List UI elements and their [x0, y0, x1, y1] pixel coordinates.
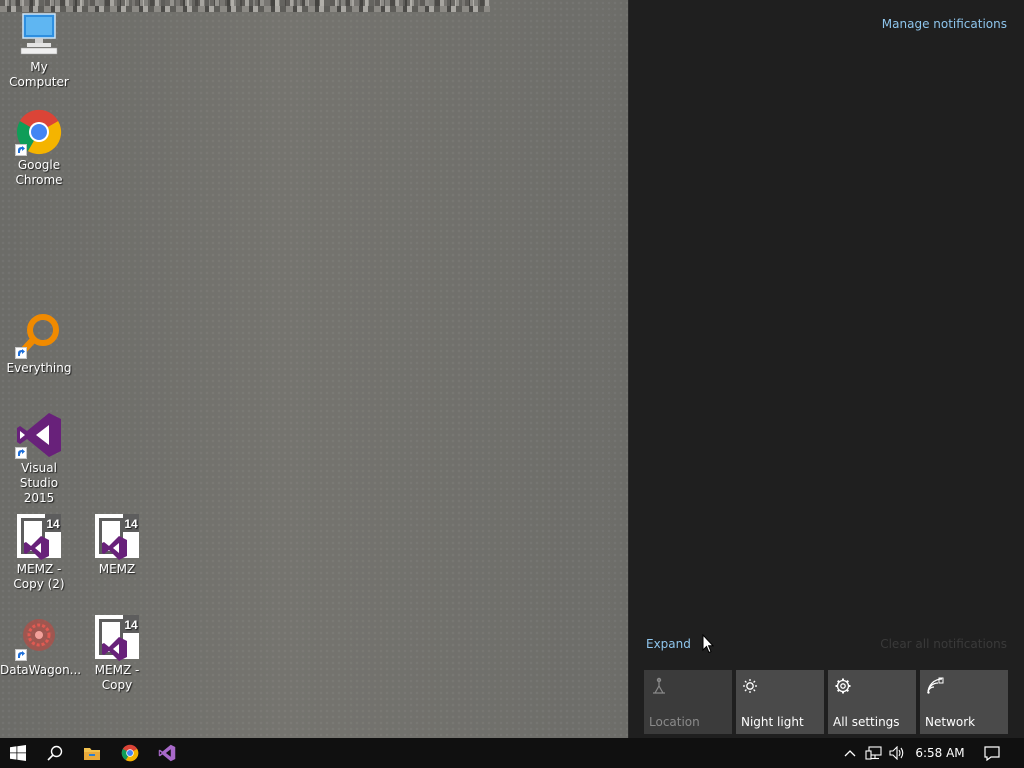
desktop-icon-datawagon[interactable]: DataWagon... [0, 613, 82, 678]
taskbar-search-button[interactable] [37, 738, 73, 768]
desktop-icon-label: MEMZ - Copy [94, 663, 140, 692]
start-icon [10, 745, 26, 761]
desktop-icon-everything[interactable]: Everything [0, 311, 78, 376]
taskbar-chrome[interactable] [112, 738, 148, 768]
memz-vs14-icon: 14 [93, 613, 141, 661]
location-icon [650, 677, 668, 695]
desktop[interactable]: My Computer Google Chrome Everything Vis… [0, 0, 628, 738]
shortcut-arrow-icon [15, 649, 27, 661]
memz-vs14-icon: 14 [15, 512, 63, 560]
action-center-panel: Manage notifications Expand Clear all no… [628, 0, 1024, 738]
taskbar: 6:58 AM [0, 738, 1024, 768]
gear-icon [834, 677, 852, 695]
svg-text:14: 14 [124, 618, 138, 632]
desktop-icon-my-computer[interactable]: My Computer [0, 10, 78, 90]
chevron-up-icon [844, 750, 856, 757]
wired-network-icon [865, 746, 882, 760]
memz-vs14-icon: 14 [93, 512, 141, 560]
file-explorer-icon [84, 748, 100, 760]
expand-quick-actions-link[interactable]: Expand [646, 637, 691, 651]
quick-action-label: Network [925, 715, 976, 729]
desktop-icon-label: DataWagon... [0, 663, 82, 677]
visual-studio-icon [158, 744, 176, 762]
manage-notifications-link[interactable]: Manage notifications [882, 17, 1007, 31]
search-icon [47, 745, 63, 761]
desktop-icon-memz-copy[interactable]: 14 MEMZ - Copy [78, 613, 156, 693]
taskbar-visual-studio[interactable] [149, 738, 185, 768]
desktop-icon-label: Visual Studio 2015 [19, 461, 59, 505]
desktop-icon-memz-copy-2[interactable]: 14 MEMZ - Copy (2) [0, 512, 78, 592]
desktop-icon-google-chrome[interactable]: Google Chrome [0, 108, 78, 188]
everything-search-icon [15, 311, 63, 359]
my-computer-icon [15, 10, 63, 58]
visual-studio-icon [15, 411, 63, 459]
taskbar-file-explorer[interactable] [74, 738, 110, 768]
desktop-icon-label: MEMZ [98, 562, 136, 576]
quick-action-label: All settings [833, 715, 900, 729]
quick-action-night-light[interactable]: Night light [736, 670, 824, 734]
svg-text:14: 14 [124, 517, 138, 531]
notification-icon [984, 746, 1000, 761]
wallpaper-rock-strip-shade [0, 0, 490, 6]
desktop-icon-label: Google Chrome [15, 158, 63, 187]
quick-action-network[interactable]: Network [920, 670, 1008, 734]
action-center-button[interactable] [980, 738, 1004, 768]
start-button[interactable] [0, 738, 36, 768]
quick-action-label: Night light [741, 715, 804, 729]
taskbar-clock[interactable]: 6:58 AM [912, 738, 968, 768]
tray-volume-button[interactable] [886, 738, 908, 768]
quick-action-all-settings[interactable]: All settings [828, 670, 916, 734]
mouse-pointer-icon [702, 633, 715, 654]
shortcut-arrow-icon [15, 144, 27, 156]
quick-action-location[interactable]: Location [644, 670, 732, 734]
speaker-icon [889, 746, 904, 760]
desktop-icon-label: My Computer [9, 60, 69, 89]
quick-action-label: Location [649, 715, 700, 729]
chrome-icon [15, 108, 63, 156]
desktop-icon-memz[interactable]: 14 MEMZ [78, 512, 156, 577]
clear-all-notifications-link[interactable]: Clear all notifications [880, 637, 1007, 651]
chrome-icon [121, 744, 139, 762]
desktop-icon-visual-studio-2015[interactable]: Visual Studio 2015 [0, 411, 78, 506]
shortcut-arrow-icon [15, 347, 27, 359]
night-light-icon [742, 677, 760, 695]
shortcut-arrow-icon [15, 447, 27, 459]
desktop-icon-label: MEMZ - Copy (2) [13, 562, 65, 591]
tray-network-button[interactable] [863, 738, 885, 768]
desktop-icon-label: Everything [6, 361, 72, 375]
svg-text:14: 14 [46, 517, 60, 531]
network-icon [926, 677, 944, 695]
show-hidden-icons-button[interactable] [839, 738, 861, 768]
datawagon-icon [15, 613, 63, 661]
